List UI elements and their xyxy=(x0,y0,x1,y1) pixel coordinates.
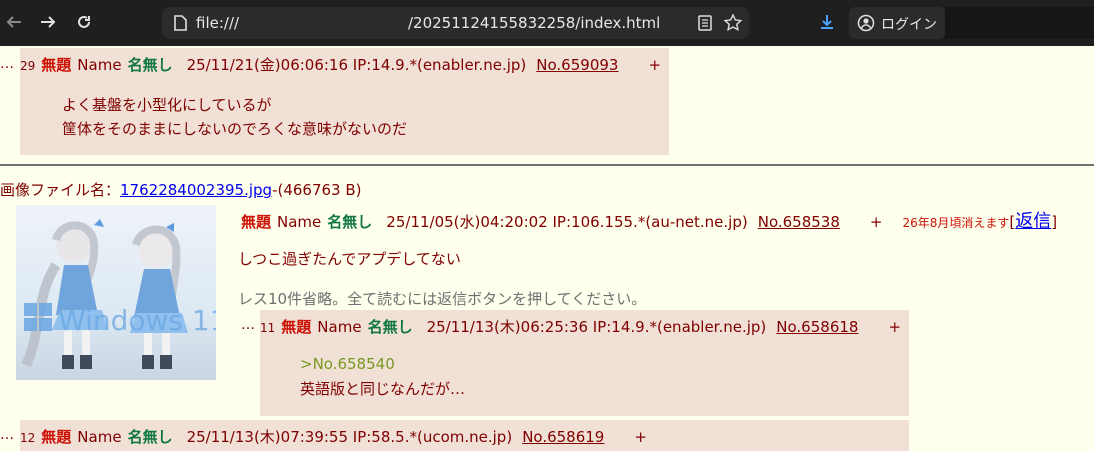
name-label: Name xyxy=(77,428,122,446)
post-number-link[interactable]: No.659093 xyxy=(536,56,618,74)
post-body-line: よく基盤を小型化にしているが xyxy=(62,96,272,114)
post-subject: 無題 xyxy=(241,213,272,231)
post-subject: 無題 xyxy=(41,428,72,446)
toolbar-empty-area xyxy=(945,7,1094,39)
page-icon xyxy=(174,15,187,31)
account-icon xyxy=(857,14,875,32)
file-size: -(466763 B) xyxy=(272,181,362,199)
poster-name: 名無し xyxy=(127,56,173,74)
login-button[interactable]: ログイン xyxy=(849,7,945,39)
sodane-button[interactable]: + xyxy=(870,213,883,231)
name-label: Name xyxy=(77,56,122,74)
post-subject: 無題 xyxy=(281,318,312,336)
reply-link[interactable]: 返信 xyxy=(1015,211,1051,232)
browser-toolbar: file:/// /20251124155832258/index.html ロ… xyxy=(0,0,1094,46)
post-body-line: 英語版と同じなんだが… xyxy=(300,380,466,398)
post-date: 25/11/13(木)06:25:36 IP:14.9.*(enabler.ne… xyxy=(426,318,767,336)
thread-header: 無題 Name 名無し 25/11/05(水)04:20:02 IP:106.155.… xyxy=(241,207,1057,233)
post-body-line: 筐体をそのままにしないのでろくな意味がないのだ xyxy=(62,120,408,138)
post-subject: 無題 xyxy=(41,56,72,74)
url-path: /20251124155832258/index.html xyxy=(408,14,661,32)
file-label: 画像ファイル名： xyxy=(0,181,121,199)
anime-girls-image: Windows 11 xyxy=(21,219,216,369)
post-date: 25/11/13(木)07:39:55 IP:58.5.*(ucom.ne.jp… xyxy=(186,428,513,446)
thread-thumbnail[interactable]: Windows 11 xyxy=(16,205,216,380)
thumb-watermark: Windows 11 xyxy=(58,304,216,337)
download-icon[interactable] xyxy=(818,13,836,35)
post-header: 12 無題 Name 名無し 25/11/13(木)07:39:55 IP:58.5.*… xyxy=(20,426,647,447)
file-link[interactable]: 1762284002395.jpg xyxy=(120,181,272,199)
reply-number: 29 xyxy=(20,59,36,73)
forward-icon[interactable] xyxy=(34,8,62,36)
post-date: 25/11/05(水)04:20:02 IP:106.155.*(au-net.… xyxy=(386,213,748,231)
sodane-button[interactable]: + xyxy=(648,56,661,74)
reader-icon[interactable] xyxy=(695,13,715,33)
post-date: 25/11/21(金)06:06:16 IP:14.9.*(enabler.ne… xyxy=(186,56,527,74)
post-number-link[interactable]: No.658619 xyxy=(522,428,604,446)
thread-body: しつこ過ぎたんでアプデしてない xyxy=(238,250,461,268)
sodane-button[interactable]: + xyxy=(888,318,901,336)
reply-dots: … xyxy=(0,56,14,72)
reply-bracket-close: ] xyxy=(1051,213,1058,231)
post-number-link[interactable]: No.658618 xyxy=(776,318,858,336)
name-label: Name xyxy=(277,213,322,231)
back-icon[interactable] xyxy=(0,8,28,36)
reply-dots: … xyxy=(0,427,14,443)
post-number-link[interactable]: No.658538 xyxy=(758,213,840,231)
file-info: 画像ファイル名：1762284002395.jpg-(466763 B) xyxy=(0,179,362,200)
sodane-button[interactable]: + xyxy=(634,428,647,446)
poster-name: 名無し xyxy=(367,318,413,336)
quote-line: >No.658540 xyxy=(300,355,395,373)
bookmark-star-icon[interactable] xyxy=(723,13,743,33)
reply-post-29: 29 無題 Name 名無し 25/11/21(金)06:06:16 IP:14.9.*… xyxy=(20,48,669,155)
poster-name: 名無し xyxy=(127,428,173,446)
login-label: ログイン xyxy=(881,17,937,33)
url-scheme: file:/// xyxy=(196,14,240,32)
reply-post-12: 12 無題 Name 名無し 25/11/13(木)07:39:55 IP:58.5.*… xyxy=(20,420,909,451)
reply-dots: … xyxy=(241,317,255,333)
reply-number: 12 xyxy=(20,431,36,445)
name-label: Name xyxy=(317,318,362,336)
post-header: 29 無題 Name 名無し 25/11/21(金)06:06:16 IP:14.9.*… xyxy=(20,54,661,75)
reply-number: 11 xyxy=(260,321,276,335)
poster-name: 名無し xyxy=(327,213,373,231)
reload-icon[interactable] xyxy=(70,8,98,36)
address-bar[interactable]: file:/// /20251124155832258/index.html xyxy=(162,7,749,39)
reply-post-11: 11 無題 Name 名無し 25/11/13(木)06:25:36 IP:14.9.*… xyxy=(260,310,909,416)
post-header: 11 無題 Name 名無し 25/11/13(木)06:25:36 IP:14.9.*… xyxy=(260,316,901,337)
omitted-notice: レス10件省略。全て読むには返信ボタンを押してください。 xyxy=(238,290,647,308)
expire-notice: 26年8月頃消えます xyxy=(902,216,1010,230)
thread-divider xyxy=(0,164,1094,166)
